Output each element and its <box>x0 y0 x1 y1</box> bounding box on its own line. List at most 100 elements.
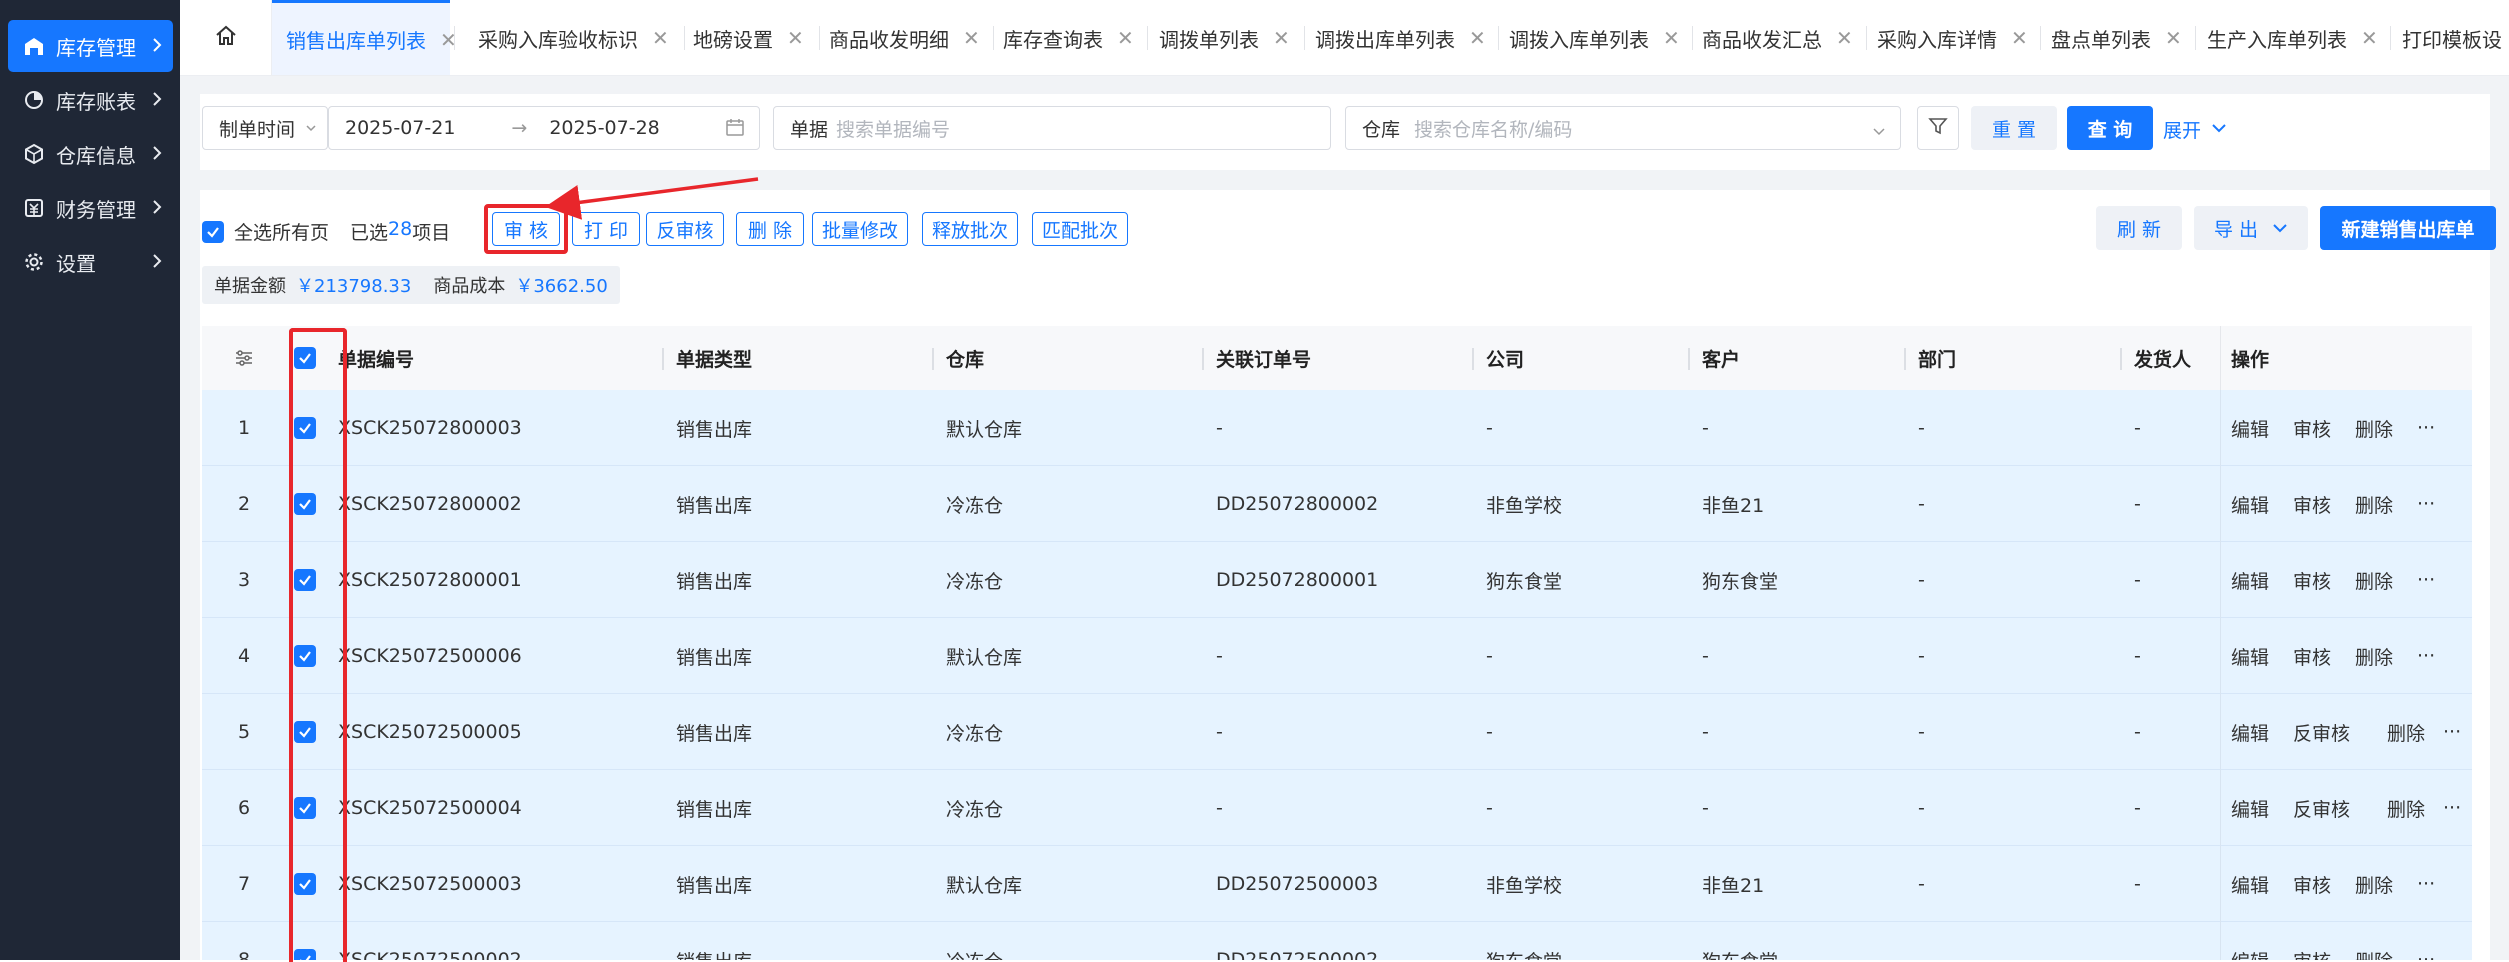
delete-link[interactable]: 删除 <box>2355 390 2393 466</box>
checkbox-checked[interactable] <box>294 417 316 439</box>
select-all-checkbox[interactable]: 全选所有页 <box>202 218 329 245</box>
create-sales-outbound-button[interactable]: 新建销售出库单 <box>2320 206 2496 250</box>
close-icon[interactable]: ✕ <box>1836 26 1853 50</box>
tab-inventory-query[interactable]: 库存查询表 ✕ <box>1003 0 1134 75</box>
cell-code[interactable]: XSCK25072500003 <box>338 846 522 922</box>
tab-purchase-inbound-detail[interactable]: 采购入库详情 ✕ <box>1877 0 2028 75</box>
home-tab[interactable] <box>180 0 272 75</box>
cell-code[interactable]: XSCK25072500005 <box>338 694 522 770</box>
doc-search-input[interactable]: 单据 搜索单据编号 <box>773 106 1331 150</box>
checkbox-checked[interactable] <box>294 797 316 819</box>
unaudit-link[interactable]: 反审核 <box>2293 694 2350 770</box>
date-end[interactable]: 2025-07-28 <box>549 117 659 139</box>
edit-link[interactable]: 编辑 <box>2231 922 2269 961</box>
close-icon[interactable]: ✕ <box>2165 26 2182 50</box>
checkbox-checked[interactable] <box>294 949 316 960</box>
delete-link[interactable]: 删除 <box>2355 618 2393 694</box>
edit-link[interactable]: 编辑 <box>2231 466 2269 542</box>
table-row[interactable]: 2 XSCK25072800002 销售出库 冷冻仓 DD25072800002 非鱼学校… <box>202 466 2472 542</box>
match-batch-button[interactable]: 匹配批次 <box>1032 212 1128 246</box>
audit-link[interactable]: 审核 <box>2293 846 2331 922</box>
close-icon[interactable]: ✕ <box>963 26 980 50</box>
tab-weighbridge-settings[interactable]: 地磅设置 ✕ <box>693 0 804 75</box>
tab-print-templates[interactable]: 打印模板设 <box>2402 0 2502 75</box>
more-actions-icon[interactable]: ··· <box>2417 390 2435 466</box>
row-checkbox[interactable] <box>294 542 316 618</box>
unaudit-link[interactable]: 反审核 <box>2293 770 2350 846</box>
cell-code[interactable]: XSCK25072500004 <box>338 770 522 846</box>
more-actions-icon[interactable]: ··· <box>2417 618 2435 694</box>
row-checkbox[interactable] <box>294 922 316 960</box>
export-button[interactable]: 导 出 <box>2194 206 2308 250</box>
release-batch-button[interactable]: 释放批次 <box>922 212 1018 246</box>
cell-code[interactable]: XSCK25072500006 <box>338 618 522 694</box>
header-checkbox[interactable] <box>294 347 316 369</box>
delete-button[interactable]: 删 除 <box>736 212 804 246</box>
cell-code[interactable]: XSCK25072500002 <box>338 922 522 960</box>
audit-link[interactable]: 审核 <box>2293 542 2331 618</box>
table-row[interactable]: 5 XSCK25072500005 销售出库 冷冻仓 - - - - - 编辑 反审核 删除 ··· <box>202 694 2472 770</box>
close-icon[interactable]: ✕ <box>1117 26 1134 50</box>
row-checkbox[interactable] <box>294 618 316 694</box>
close-icon[interactable]: ✕ <box>2361 26 2378 50</box>
close-icon[interactable]: ✕ <box>1469 26 1486 50</box>
row-checkbox[interactable] <box>294 770 316 846</box>
row-checkbox[interactable] <box>294 694 316 770</box>
column-settings-icon[interactable] <box>234 348 254 372</box>
checkbox-checked[interactable] <box>294 569 316 591</box>
checkbox-checked[interactable] <box>294 493 316 515</box>
checkbox-checked[interactable] <box>294 721 316 743</box>
more-actions-icon[interactable]: ··· <box>2443 694 2461 770</box>
tab-goods-detail[interactable]: 商品收发明细 ✕ <box>829 0 980 75</box>
date-start[interactable]: 2025-07-21 <box>345 117 455 139</box>
row-checkbox[interactable] <box>294 466 316 542</box>
tab-sales-outbound-list[interactable]: 销售出库单列表 ✕ <box>272 0 457 75</box>
sidebar-item-settings[interactable]: 设置 <box>8 236 173 288</box>
sidebar-item-ledger[interactable]: 库存账表 <box>8 74 173 126</box>
sidebar-item-inventory[interactable]: 库存管理 <box>8 20 173 72</box>
warehouse-select[interactable]: 仓库 搜索仓库名称/编码 <box>1345 106 1901 150</box>
table-row[interactable]: 1 XSCK25072800003 销售出库 默认仓库 - - - - - 编辑 审核 删除 ··· <box>202 390 2472 466</box>
close-icon[interactable]: ✕ <box>2011 26 2028 50</box>
close-icon[interactable]: ✕ <box>787 26 804 50</box>
more-actions-icon[interactable]: ··· <box>2417 542 2435 618</box>
table-row[interactable]: 4 XSCK25072500006 销售出库 默认仓库 - - - - - 编辑 审核 删除 ··· <box>202 618 2472 694</box>
tab-goods-summary[interactable]: 商品收发汇总 ✕ <box>1702 0 1853 75</box>
sidebar-item-warehouse-info[interactable]: 仓库信息 <box>8 128 173 180</box>
cell-code[interactable]: XSCK25072800003 <box>338 390 522 466</box>
close-icon[interactable]: ✕ <box>1663 26 1680 50</box>
tab-production-inbound[interactable]: 生产入库单列表 ✕ <box>2207 0 2378 75</box>
refresh-button[interactable]: 刷 新 <box>2096 206 2182 250</box>
cell-code[interactable]: XSCK25072800002 <box>338 466 522 542</box>
audit-link[interactable]: 审核 <box>2293 466 2331 542</box>
table-row[interactable]: 7 XSCK25072500003 销售出库 默认仓库 DD25072500003 非鱼学… <box>202 846 2472 922</box>
delete-link[interactable]: 删除 <box>2355 466 2393 542</box>
tab-transfer-outbound[interactable]: 调拨出库单列表 ✕ <box>1315 0 1486 75</box>
unaudit-button[interactable]: 反审核 <box>646 212 724 246</box>
edit-link[interactable]: 编辑 <box>2231 390 2269 466</box>
tab-stocktake-list[interactable]: 盘点单列表 ✕ <box>2051 0 2182 75</box>
tab-purchase-inspection[interactable]: 采购入库验收标识 ✕ <box>478 0 669 75</box>
filter-button[interactable] <box>1917 106 1959 150</box>
batch-edit-button[interactable]: 批量修改 <box>812 212 908 246</box>
tab-transfer-list[interactable]: 调拨单列表 ✕ <box>1159 0 1290 75</box>
edit-link[interactable]: 编辑 <box>2231 542 2269 618</box>
date-range-picker[interactable]: 2025-07-21 → 2025-07-28 <box>328 106 760 150</box>
edit-link[interactable]: 编辑 <box>2231 618 2269 694</box>
more-actions-icon[interactable]: ··· <box>2417 846 2435 922</box>
print-button[interactable]: 打 印 <box>572 212 640 246</box>
audit-link[interactable]: 审核 <box>2293 618 2331 694</box>
cell-code[interactable]: XSCK25072800001 <box>338 542 522 618</box>
audit-link[interactable]: 审核 <box>2293 390 2331 466</box>
audit-link[interactable]: 审核 <box>2293 922 2331 961</box>
delete-link[interactable]: 删除 <box>2355 542 2393 618</box>
delete-link[interactable]: 删除 <box>2355 922 2393 961</box>
checkbox-checked[interactable] <box>202 220 224 243</box>
tab-transfer-inbound[interactable]: 调拨入库单列表 ✕ <box>1509 0 1680 75</box>
table-row[interactable]: 8 XSCK25072500002 销售出库 冷冻仓 DD25072500002 狗东食堂… <box>202 922 2472 960</box>
table-row[interactable]: 6 XSCK25072500004 销售出库 冷冻仓 - - - - - 编辑 反审核 删除 ··· <box>202 770 2472 846</box>
close-icon[interactable]: ✕ <box>652 26 669 50</box>
date-type-select[interactable]: 制单时间 <box>202 106 328 150</box>
more-actions-icon[interactable]: ··· <box>2417 466 2435 542</box>
more-actions-icon[interactable]: ··· <box>2417 922 2435 960</box>
